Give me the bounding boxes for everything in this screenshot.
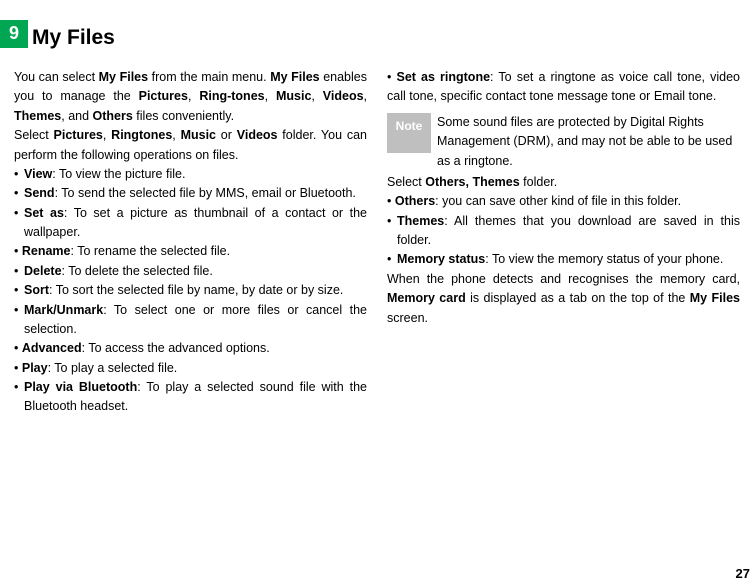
select-paragraph: Select Others, Themes folder.	[387, 173, 740, 192]
footer-paragraph: When the phone detects and recognises th…	[387, 270, 740, 328]
list-item: •Send: To send the selected file by MMS,…	[14, 184, 367, 203]
page: 9 My Files You can select My Files from …	[0, 0, 754, 584]
list-item: •Memory status: To view the memory statu…	[387, 250, 740, 269]
note-text: Some sound files are protected by Digita…	[437, 113, 740, 171]
page-number: 27	[736, 564, 750, 584]
note-badge: Note	[387, 113, 431, 153]
section-number-badge: 9	[0, 20, 28, 48]
list-item: • Others: you can save other kind of fil…	[387, 192, 740, 211]
list-item: • Advanced: To access the advanced optio…	[14, 339, 367, 358]
page-title: My Files	[32, 22, 115, 55]
list-item: •Themes: All themes that you download ar…	[387, 212, 740, 251]
list-item: •View: To view the picture file.	[14, 165, 367, 184]
left-column: You can select My Files from the main me…	[14, 68, 367, 417]
right-column: • Set as ringtone: To set a ringtone as …	[387, 68, 740, 417]
list-item: •Delete: To delete the selected file.	[14, 262, 367, 281]
list-item: • Play: To play a selected file.	[14, 359, 367, 378]
list-item: •Sort: To sort the selected file by name…	[14, 281, 367, 300]
list-item: •Mark/Unmark: To select one or more file…	[14, 301, 367, 340]
list-item: • Set as ringtone: To set a ringtone as …	[387, 68, 740, 107]
list-item: •Set as: To set a picture as thumbnail o…	[14, 204, 367, 243]
intro-paragraph-2: Select Pictures, Ringtones, Music or Vid…	[14, 126, 367, 165]
intro-paragraph-1: You can select My Files from the main me…	[14, 68, 367, 126]
note-block: Note Some sound files are protected by D…	[387, 113, 740, 171]
list-item: •Play via Bluetooth: To play a selected …	[14, 378, 367, 417]
list-item: • Rename: To rename the selected file.	[14, 242, 367, 261]
content-columns: You can select My Files from the main me…	[14, 68, 740, 417]
